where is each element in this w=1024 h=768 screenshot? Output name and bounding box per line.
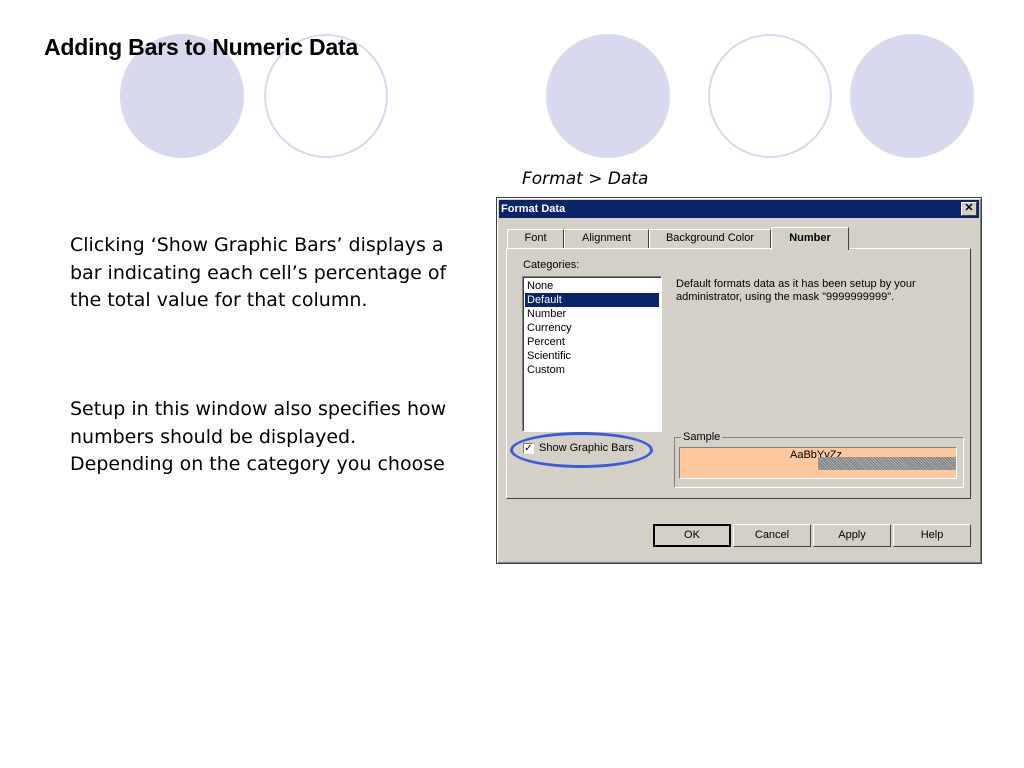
sample-graphic-bar: [818, 457, 956, 470]
list-item-default[interactable]: Default: [525, 293, 659, 307]
decor-circle-5: [850, 34, 974, 158]
menu-path-caption: Format > Data: [522, 169, 649, 189]
show-graphic-bars-row[interactable]: ✓ Show Graphic Bars: [523, 441, 634, 457]
sample-label: Sample: [681, 431, 723, 443]
tab-alignment[interactable]: Alignment: [564, 229, 649, 248]
tab-number[interactable]: Number: [771, 227, 849, 250]
list-item-scientific[interactable]: Scientific: [525, 349, 659, 363]
ok-button[interactable]: OK: [653, 524, 731, 547]
format-data-dialog: Format Data ✕ Font Alignment Background …: [496, 197, 982, 564]
tab-background-color[interactable]: Background Color: [649, 229, 771, 248]
list-item-none[interactable]: None: [525, 279, 659, 293]
list-item-custom[interactable]: Custom: [525, 363, 659, 377]
close-icon[interactable]: ✕: [961, 202, 977, 216]
cancel-button[interactable]: Cancel: [733, 524, 811, 547]
decor-circle-4: [708, 34, 832, 158]
apply-button[interactable]: Apply: [813, 524, 891, 547]
list-item-percent[interactable]: Percent: [525, 335, 659, 349]
category-description: Default formats data as it has been setu…: [676, 278, 916, 303]
decor-circle-3: [546, 34, 670, 158]
paragraph-show-graphic-bars: Clicking ‘Show Graphic Bars’ displays a …: [70, 234, 447, 311]
show-graphic-bars-label: Show Graphic Bars: [539, 442, 634, 454]
list-item-currency[interactable]: Currency: [525, 321, 659, 335]
tab-font[interactable]: Font: [507, 229, 564, 248]
slide-title: Adding Bars to Numeric Data: [44, 34, 359, 60]
categories-label: Categories:: [523, 259, 580, 271]
list-item-number[interactable]: Number: [525, 307, 659, 321]
categories-listbox[interactable]: None Default Number Currency Percent Sci…: [522, 276, 662, 432]
dialog-titlebar[interactable]: Format Data ✕: [499, 200, 979, 218]
show-graphic-bars-checkbox[interactable]: ✓: [523, 442, 534, 454]
sample-preview: AaBbYyZz: [679, 447, 957, 479]
paragraph-setup: Setup in this window also specifies how …: [70, 398, 447, 475]
help-button[interactable]: Help: [893, 524, 971, 547]
dialog-title: Format Data: [501, 203, 566, 215]
